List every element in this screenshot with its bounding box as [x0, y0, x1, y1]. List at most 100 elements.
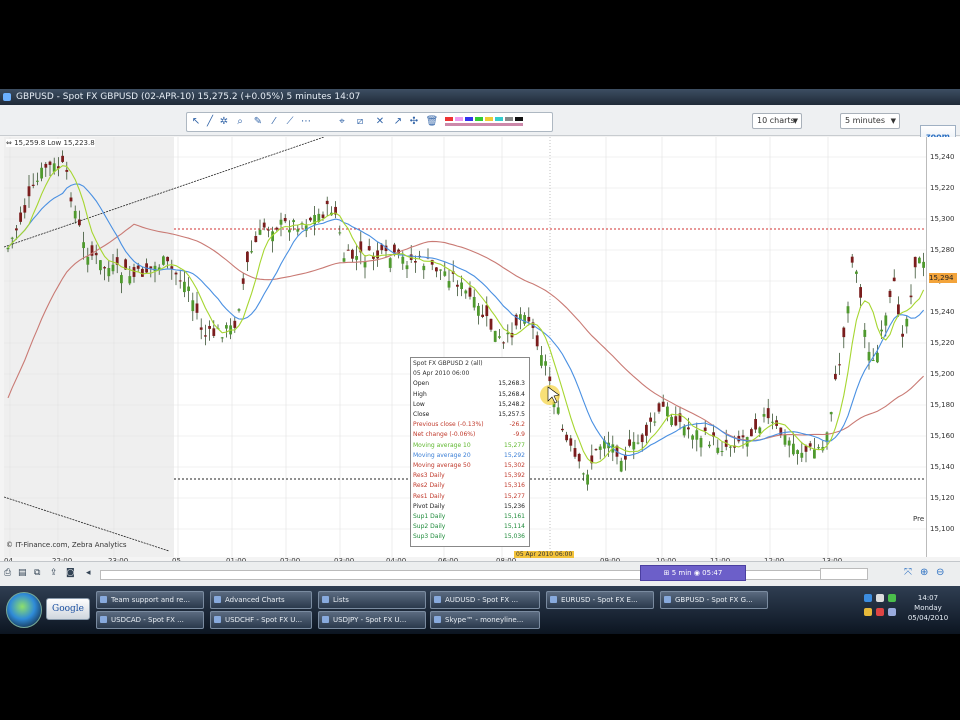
taskbar-window-button[interactable]: Advanced Charts: [210, 591, 312, 609]
candle-body: [325, 200, 329, 205]
scroll-left-icon[interactable]: ◂: [86, 568, 91, 578]
color-red-swatch[interactable]: [445, 117, 453, 121]
taskbar-window-button[interactable]: GBPUSD - Spot FX G...: [660, 591, 768, 609]
candle-body: [682, 426, 686, 436]
trend-line-icon[interactable]: ╱: [203, 115, 217, 129]
horizontal-line-icon[interactable]: ⋯: [299, 115, 313, 129]
color-green-swatch[interactable]: [475, 117, 483, 121]
pointer-icon[interactable]: ↖: [189, 115, 203, 129]
tooltip-label: Res2 Daily: [413, 482, 445, 490]
tray-alert-icon[interactable]: [876, 608, 884, 616]
candle-body: [246, 251, 249, 263]
candle-body: [309, 217, 312, 221]
taskbar-window-button[interactable]: Skype™ - moneyline...: [430, 611, 540, 629]
candle-body: [573, 448, 577, 457]
zoom-icon[interactable]: ⌕: [233, 115, 247, 129]
speaker-icon[interactable]: [876, 594, 884, 602]
candle-body: [657, 403, 661, 412]
candle-body: [61, 155, 64, 162]
charts-count-dropdown[interactable]: 10 charts ▼: [752, 113, 802, 129]
interval-dropdown[interactable]: 5 minutes ▼: [840, 113, 900, 129]
price-tick-label: 15,140: [930, 463, 955, 471]
taskbar-window-button[interactable]: USDCAD - Spot FX ...: [96, 611, 204, 629]
candle-body: [225, 325, 228, 329]
candle-body: [527, 316, 531, 322]
ray-line-icon[interactable]: ⟋: [283, 115, 297, 129]
tray-sync-icon[interactable]: [888, 608, 896, 616]
cross-tool-icon[interactable]: ✕: [373, 115, 387, 129]
candle-body: [267, 229, 270, 231]
taskbar-window-button[interactable]: Team support and re...: [96, 591, 204, 609]
trash-icon[interactable]: 🗑: [425, 115, 439, 129]
window-app-icon: [322, 616, 329, 623]
candle-body: [661, 401, 665, 407]
pencil-icon[interactable]: ✎: [251, 115, 265, 129]
candle-body: [909, 295, 913, 298]
candle-body: [351, 249, 354, 259]
fibonacci-icon[interactable]: ⌖: [335, 115, 349, 129]
arrow-tool-icon[interactable]: ↗: [391, 115, 405, 129]
google-toolbar-button[interactable]: Google: [46, 598, 90, 620]
window-app-icon: [550, 596, 557, 603]
taskbar-window-button[interactable]: AUDUSD - Spot FX ...: [430, 591, 540, 609]
zoom-scrollbar[interactable]: [820, 568, 868, 580]
color-cyan-swatch[interactable]: [495, 117, 503, 121]
clock-day: Monday: [914, 604, 942, 612]
candle-body: [405, 265, 409, 270]
taskbar-window-button[interactable]: EURUSD - Spot FX E...: [546, 591, 654, 609]
line-style-swatch[interactable]: [445, 123, 523, 126]
candle-body: [670, 416, 673, 426]
candle-body: [275, 227, 279, 230]
security-icon[interactable]: [888, 594, 896, 602]
zoom-out-icon[interactable]: ⊖: [936, 567, 944, 578]
candle-body: [783, 434, 787, 445]
pre-label: Pre: [913, 515, 925, 523]
draw-line-icon[interactable]: ⁄: [267, 115, 281, 129]
tooltip-value: 15,268.3: [498, 380, 525, 388]
candle-body: [73, 210, 77, 219]
candle-body: [535, 335, 539, 347]
camera-icon[interactable]: ◙: [66, 568, 75, 578]
candle-body: [691, 435, 694, 440]
color-pink-swatch[interactable]: [455, 117, 463, 121]
tooltip-row: Res2 Daily 15,316: [413, 482, 525, 490]
candle-body: [649, 417, 652, 422]
window-app-icon: [214, 616, 221, 623]
taskbar-window-button[interactable]: USDCHF - Spot FX U...: [210, 611, 312, 629]
copyright-watermark: © IT-Finance.com, Zebra Analytics: [6, 541, 127, 549]
candle-body: [666, 406, 669, 417]
candle-body: [204, 335, 207, 337]
price-tick-label: 15,100: [930, 525, 955, 533]
crosshair-icon[interactable]: ✲: [217, 115, 231, 129]
network-icon[interactable]: [864, 594, 872, 602]
print-icon[interactable]: ⎙: [4, 568, 11, 578]
tooltip-value: -26.2: [509, 421, 525, 429]
tray-app-icon[interactable]: [864, 608, 872, 616]
channel-icon[interactable]: ⧄: [353, 115, 367, 129]
zoom-in-icon[interactable]: ⊕: [920, 567, 928, 578]
start-button[interactable]: [6, 592, 42, 628]
color-blue-swatch[interactable]: [465, 117, 473, 121]
period-selector[interactable]: ⊞ 5 min ◉ 05:47: [640, 565, 746, 581]
copy-icon[interactable]: ⧉: [34, 568, 40, 578]
system-clock[interactable]: 14:07 Monday 05/04/2010: [900, 593, 956, 627]
fit-screen-icon[interactable]: ⤧: [904, 567, 912, 578]
export-icon[interactable]: ⇪: [50, 568, 58, 578]
tooltip-label: Net change (-0.06%): [413, 431, 476, 439]
taskbar-window-button[interactable]: Lists: [318, 591, 426, 609]
candle-body: [321, 214, 325, 218]
taskbar-window-button[interactable]: USDJPY - Spot FX U...: [318, 611, 426, 629]
taskbar-button-label: USDJPY - Spot FX U...: [333, 616, 407, 624]
candle-body: [439, 269, 442, 271]
text-tool-icon[interactable]: ✣: [407, 115, 421, 129]
candle-body: [888, 290, 892, 297]
color-black-swatch[interactable]: [515, 117, 523, 121]
candle-body: [199, 327, 203, 330]
save-icon[interactable]: ▤: [18, 568, 27, 578]
candle-body: [687, 427, 690, 430]
chart-controls-row: ⎙ ▤ ⧉ ⇪ ◙ ◂ ⊞ 5 min ◉ 05:47 ⤧ ⊕ ⊖: [0, 561, 960, 586]
title-bar[interactable]: GBPUSD - Spot FX GBPUSD (02-APR-10) 15,2…: [0, 89, 960, 105]
color-gray-swatch[interactable]: [505, 117, 513, 121]
price-axis[interactable]: 15,24015,22015,30015,28015,26015,24015,2…: [913, 137, 960, 557]
color-yellow-swatch[interactable]: [485, 117, 493, 121]
